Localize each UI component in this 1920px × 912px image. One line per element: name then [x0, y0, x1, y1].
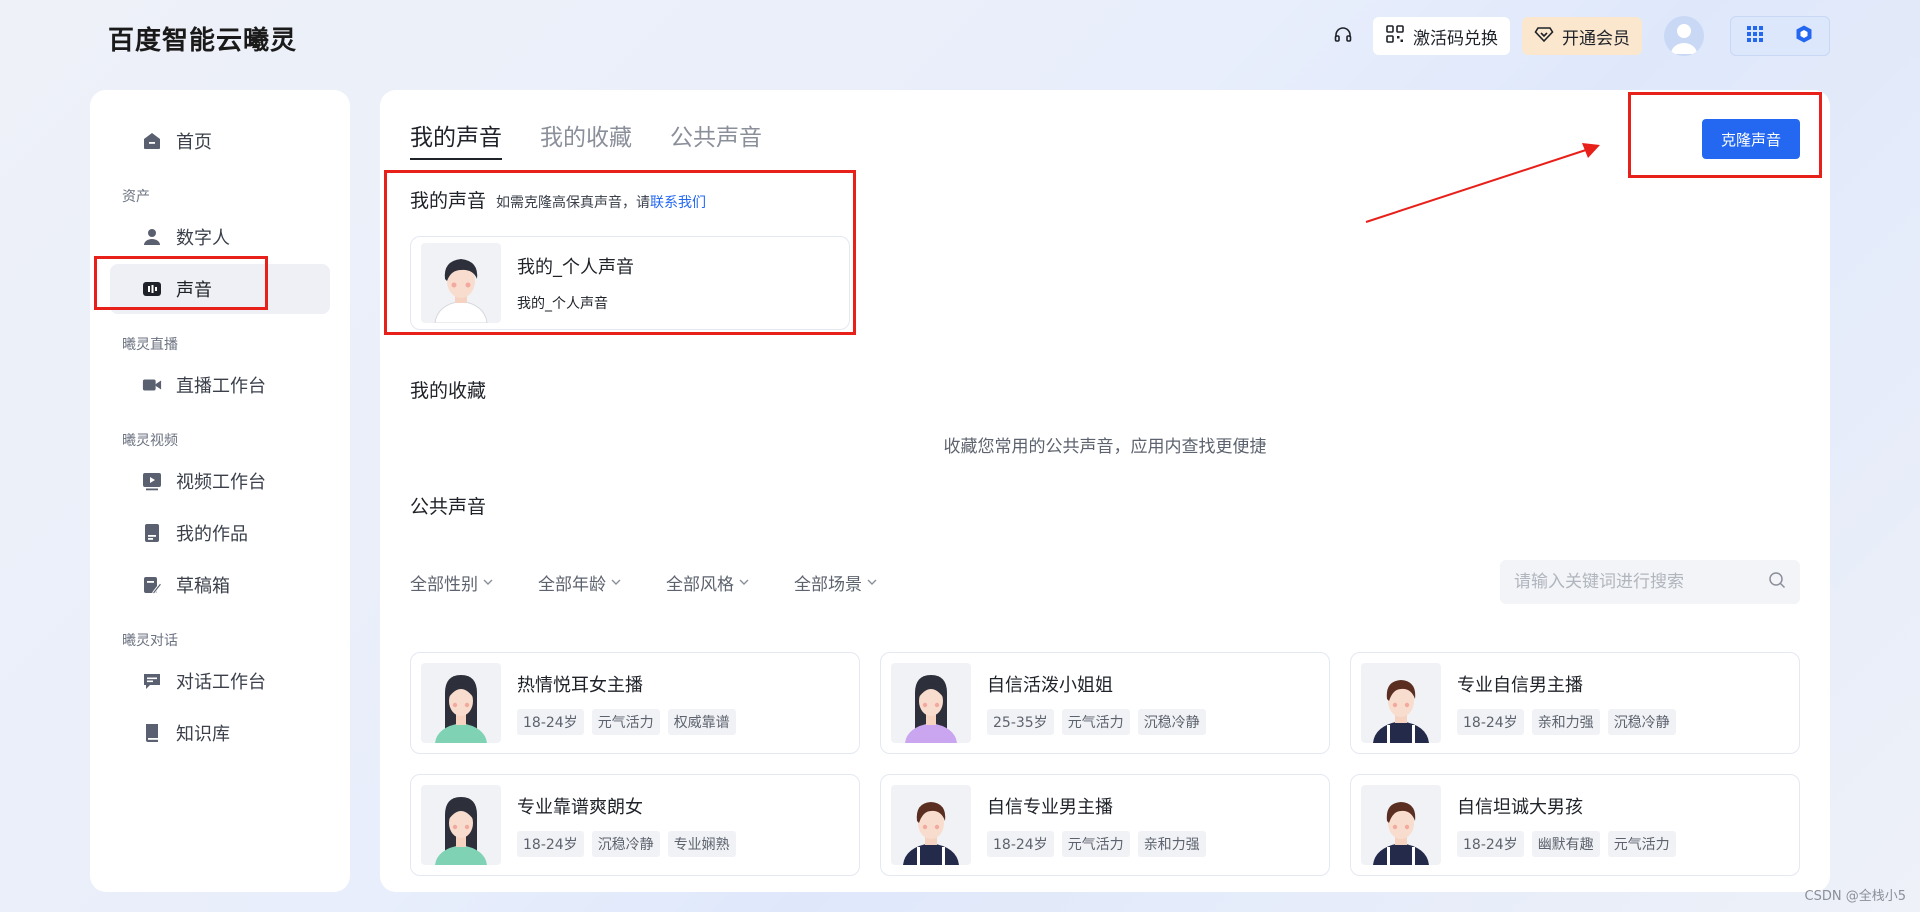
arrow-annotation	[1365, 143, 1600, 223]
watermark: CSDN @全栈小5	[1804, 889, 1906, 904]
